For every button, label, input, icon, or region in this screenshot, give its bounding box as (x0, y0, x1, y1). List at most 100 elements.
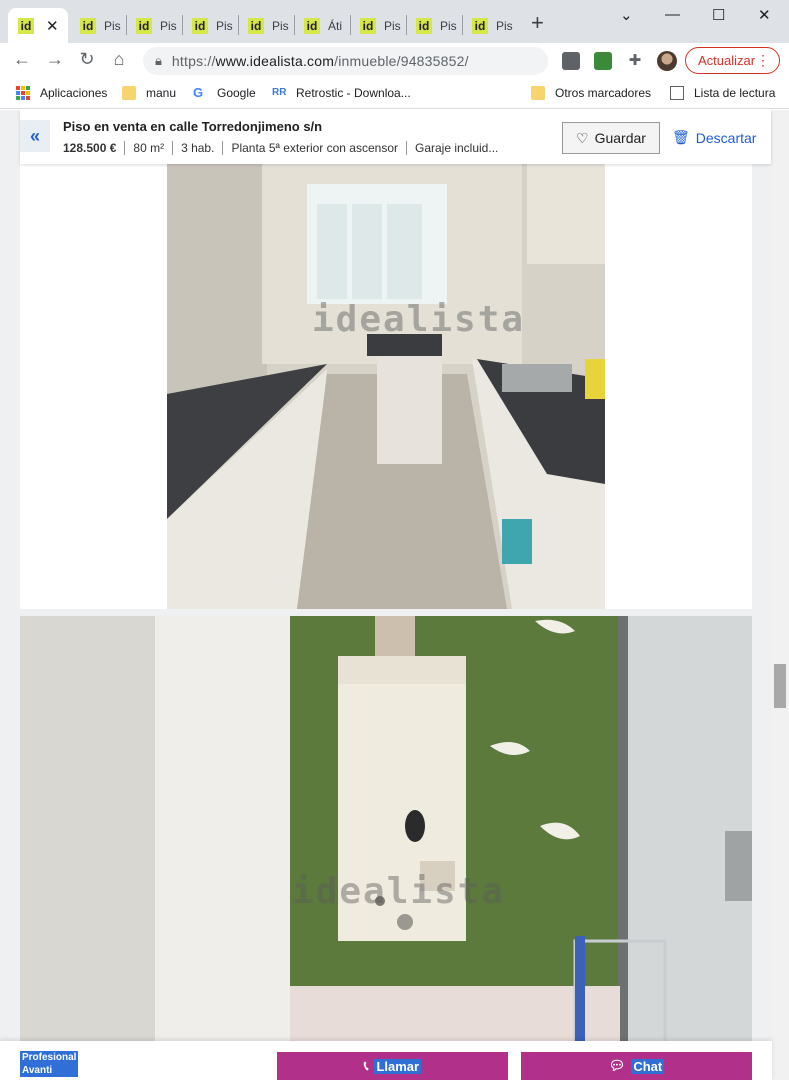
listing-title: Piso en venta en calle Torredonjimeno s/… (63, 119, 323, 134)
tab-label: Pis (384, 18, 401, 33)
tab-2[interactable]: id Pis (70, 8, 126, 43)
listing-header: « Piso en venta en calle Torredonjimeno … (20, 110, 771, 164)
listing-rooms: 3 hab. (172, 141, 222, 155)
retrostic-icon: RR (272, 87, 287, 98)
trash-icon: 🗑︎ (672, 129, 690, 145)
bookmark-manu[interactable]: manu (122, 86, 176, 100)
page-scrollbar[interactable] (772, 110, 789, 1080)
menu-dots-icon: ⋮ (756, 52, 770, 68)
call-button[interactable]: 📞︎ Llamar (277, 1052, 508, 1080)
back-icon[interactable]: ← (10, 49, 34, 70)
chat-icon: 💬︎ (608, 1058, 626, 1073)
reading-list-icon (670, 86, 684, 100)
watermark: idealista (292, 871, 506, 912)
listing-summary: 128.500 € 80 m² 3 hab. Planta 5ª exterio… (63, 141, 506, 155)
url-text: https://www.idealista.com/inmueble/94835… (171, 53, 469, 69)
idealista-favicon-icon: id (304, 17, 320, 34)
google-icon: G (193, 85, 204, 100)
folder-icon (122, 86, 136, 100)
tab-label: Pis (104, 18, 121, 33)
bookmark-others[interactable]: Otros marcadores (531, 86, 651, 100)
tab-9[interactable]: id Pis (462, 8, 518, 43)
new-tab-icon[interactable]: + (531, 12, 544, 34)
save-button[interactable]: ♡ Guardar (562, 122, 660, 154)
bookmark-reading-list[interactable]: Lista de lectura (670, 86, 775, 100)
tab-label: Pis (216, 18, 233, 33)
close-window-icon[interactable]: ✕ (758, 6, 771, 24)
bookmark-google[interactable]: G Google (193, 85, 256, 101)
bookmarks-bar: Aplicaciones manu G Google RR Retrostic … (0, 79, 789, 109)
watermark: idealista (312, 299, 526, 340)
photo-card: idealista (20, 616, 752, 1046)
apps-grid-icon (16, 86, 30, 100)
agency-name: Profesional Avanti (20, 1051, 79, 1077)
agency-line1: Profesional (22, 1052, 77, 1063)
bookmark-label: Lista de lectura (694, 86, 776, 100)
lock-icon: 🔒︎ (155, 53, 162, 68)
discard-label: Descartar (695, 129, 757, 146)
tab-3[interactable]: id Pis (126, 8, 182, 43)
scrollbar-thumb[interactable] (774, 664, 786, 708)
tab-5[interactable]: id Pis (238, 8, 294, 43)
bookmark-label: manu (146, 86, 177, 100)
boiler-photo-image (20, 616, 752, 1046)
idealista-favicon-icon: id (248, 17, 264, 34)
bookmark-label: Google (217, 86, 256, 100)
contact-bar: Profesional Avanti 📞︎ Llamar 💬︎ Chat (0, 1041, 772, 1080)
folder-icon (531, 86, 545, 100)
listing-price: 128.500 € (63, 141, 117, 155)
kitchen-photo[interactable]: idealista (167, 164, 605, 609)
home-icon[interactable]: ⌂ (107, 49, 131, 70)
chat-label: Chat (631, 1058, 665, 1074)
tab-active[interactable]: id ✕ (8, 8, 68, 43)
minimize-icon[interactable]: — (665, 6, 680, 23)
discard-button[interactable]: 🗑︎ Descartar (672, 129, 756, 146)
avatar[interactable] (657, 51, 677, 71)
save-label: Guardar (594, 130, 646, 146)
idealista-favicon-icon: id (80, 17, 96, 34)
puzzle-icon[interactable]: ✚ (623, 51, 647, 69)
update-button[interactable]: Actualizar ⋮ (685, 47, 780, 74)
tab-label: Pis (272, 18, 289, 33)
tab-8[interactable]: id Pis (406, 8, 462, 43)
phone-icon: 📞︎ (363, 1058, 369, 1073)
kitchen-photo-image (167, 164, 605, 609)
forward-icon[interactable]: → (43, 49, 67, 70)
heart-icon: ♡ (576, 129, 589, 146)
bookmark-label: Retrostic - Downloa... (296, 86, 411, 100)
address-bar[interactable]: 🔒︎ https://www.idealista.com/inmueble/94… (143, 47, 548, 75)
bookmark-label: Otros marcadores (555, 86, 652, 100)
idealista-favicon-icon: id (192, 17, 208, 34)
tab-7[interactable]: id Pis (350, 8, 406, 43)
listing-area: 80 m² (124, 141, 172, 155)
tab-4[interactable]: id Pis (182, 8, 238, 43)
bookmark-retrostic[interactable]: RR Retrostic - Downloa... (272, 86, 411, 100)
idealista-favicon-icon: id (360, 17, 376, 34)
idealista-favicon-icon: id (136, 17, 152, 34)
tab-label: Pis (496, 18, 513, 33)
tab-label: Pis (160, 18, 177, 33)
listing-floor: Planta 5ª exterior con ascensor (222, 141, 406, 155)
call-label: Llamar (374, 1058, 422, 1074)
maximize-icon[interactable]: ☐ (712, 6, 725, 24)
page-viewport: « Piso en venta en calle Torredonjimeno … (0, 110, 789, 1080)
idealista-favicon-icon: id (472, 17, 488, 34)
extension-icon[interactable] (562, 52, 580, 70)
tab-label: Pis (440, 18, 457, 33)
tab-6[interactable]: id Áti (294, 8, 350, 43)
bookmark-apps[interactable]: Aplicaciones (16, 86, 107, 100)
chat-button[interactable]: 💬︎ Chat (521, 1052, 752, 1080)
tab-search-icon[interactable]: ⌄ (620, 6, 633, 24)
idealista-favicon-icon: id (416, 17, 432, 34)
boiler-photo[interactable]: idealista (20, 616, 752, 1046)
update-label: Actualizar (698, 53, 756, 68)
agency-line2: Avanti (22, 1065, 53, 1076)
close-tab-icon[interactable]: ✕ (46, 17, 59, 35)
extension-icon[interactable] (594, 52, 612, 70)
photo-card: idealista (20, 164, 752, 609)
tab-label: Áti (328, 18, 343, 33)
listing-garage: Garaje incluid... (405, 141, 506, 155)
reload-icon[interactable]: ↻ (75, 49, 99, 70)
tab-strip: id ✕ id Pis id Pis id Pis id Pis id Áti id Pis… (0, 0, 789, 43)
back-to-list-icon[interactable]: « (20, 120, 50, 152)
